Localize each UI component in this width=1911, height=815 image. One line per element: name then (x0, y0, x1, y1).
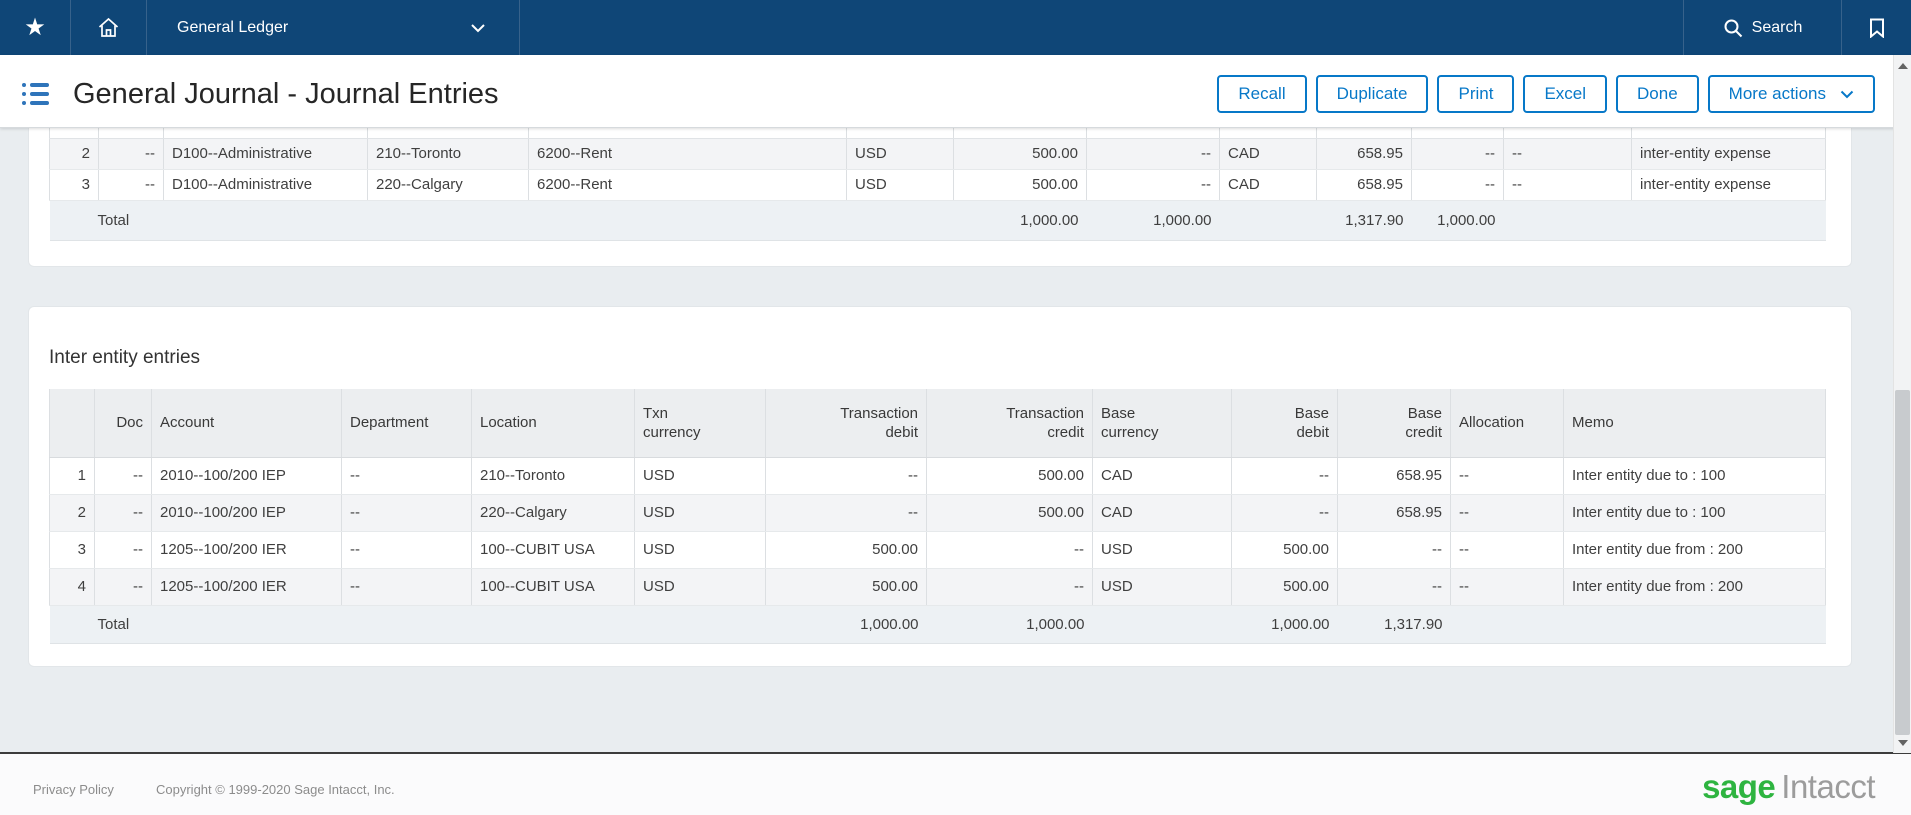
vertical-scrollbar[interactable] (1893, 55, 1911, 753)
search-button[interactable]: Search (1683, 0, 1841, 55)
sage-logo-text: sage (1702, 768, 1775, 805)
page-title: General Journal - Journal Entries (73, 78, 499, 111)
total-base-debit: 1,000.00 (1232, 605, 1338, 643)
top-navbar: ★ General Ledger Search (0, 0, 1911, 55)
excel-button[interactable]: Excel (1523, 75, 1607, 113)
action-button-row: Recall Duplicate Print Excel Done More a… (1208, 75, 1875, 113)
duplicate-button[interactable]: Duplicate (1316, 75, 1429, 113)
total-base-credit: 1,317.90 (1338, 605, 1451, 643)
total-row: Total 1,000.00 1,000.00 1,317.90 1,000.0… (50, 200, 1826, 240)
total-base-debit: 1,317.90 (1317, 200, 1412, 240)
chevron-down-icon (1840, 90, 1854, 99)
table-row[interactable]: 4 -- 1205--100/200 IER -- 100--CUBIT USA… (50, 568, 1826, 605)
table-row[interactable]: 3 -- 1205--100/200 IER -- 100--CUBIT USA… (50, 531, 1826, 568)
navbar-spacer (520, 0, 1683, 55)
copyright-text: Copyright © 1999-2020 Sage Intacct, Inc. (156, 782, 395, 797)
inter-entity-table: Doc Account Department Location Txn curr… (49, 389, 1826, 644)
scroll-down-arrow[interactable] (1894, 734, 1911, 751)
total-transaction-debit: 1,000.00 (954, 200, 1087, 240)
bookmark-icon (1869, 18, 1885, 38)
journal-entries-table: 2 -- D100--Administrative 210--Toronto 6… (49, 128, 1826, 241)
total-label: Total (50, 200, 164, 240)
col-transaction-debit: Transaction debit (766, 389, 927, 457)
table-row[interactable]: 3 -- D100--Administrative 220--Calgary 6… (50, 169, 1826, 200)
col-base-currency: Base currency (1093, 389, 1232, 457)
col-allocation: Allocation (1451, 389, 1564, 457)
total-transaction-debit: 1,000.00 (766, 605, 927, 643)
col-department: Department (342, 389, 472, 457)
total-transaction-credit: 1,000.00 (927, 605, 1093, 643)
col-base-debit: Base debit (1232, 389, 1338, 457)
col-base-credit: Base credit (1338, 389, 1451, 457)
table-header-row: Doc Account Department Location Txn curr… (50, 389, 1826, 457)
col-memo: Memo (1564, 389, 1826, 457)
page-header: General Journal - Journal Entries Recall… (0, 55, 1911, 128)
total-transaction-credit: 1,000.00 (1087, 200, 1220, 240)
home-button[interactable] (71, 0, 147, 55)
privacy-policy-link[interactable]: Privacy Policy (33, 782, 114, 797)
search-icon (1723, 18, 1743, 38)
favorites-button[interactable]: ★ (0, 0, 71, 55)
star-icon: ★ (24, 16, 46, 40)
search-label: Search (1752, 19, 1803, 37)
scroll-up-arrow[interactable] (1894, 57, 1911, 74)
col-account: Account (152, 389, 342, 457)
col-location: Location (472, 389, 635, 457)
module-dropdown-label: General Ledger (177, 19, 470, 37)
table-row-clipped (50, 128, 1826, 138)
recall-button[interactable]: Recall (1217, 75, 1306, 113)
inter-entity-card: Inter entity entries Doc Account Departm… (28, 306, 1852, 667)
table-row[interactable]: 2 -- 2010--100/200 IEP -- 220--Calgary U… (50, 494, 1826, 531)
col-num (50, 389, 95, 457)
module-dropdown[interactable]: General Ledger (147, 0, 520, 55)
col-transaction-credit: Transaction credit (927, 389, 1093, 457)
footer: Privacy Policy Copyright © 1999-2020 Sag… (0, 754, 1911, 815)
col-txn-currency: Txn currency (635, 389, 766, 457)
total-label: Total (50, 605, 152, 643)
intacct-logo-text: Intacct (1781, 768, 1875, 805)
more-actions-label: More actions (1729, 84, 1826, 104)
col-doc: Doc (95, 389, 152, 457)
sage-intacct-logo: sageIntacct (1702, 768, 1875, 806)
scrollbar-thumb[interactable] (1895, 390, 1910, 735)
done-button[interactable]: Done (1616, 75, 1699, 113)
table-row[interactable]: 1 -- 2010--100/200 IEP -- 210--Toronto U… (50, 457, 1826, 494)
chevron-down-icon (470, 23, 486, 33)
home-icon (96, 16, 121, 40)
total-row: Total 1,000.00 1,000.00 1,000.00 1,317.9… (50, 605, 1826, 643)
table-row[interactable]: 2 -- D100--Administrative 210--Toronto 6… (50, 138, 1826, 169)
bookmarks-button[interactable] (1841, 0, 1911, 55)
total-base-credit: 1,000.00 (1412, 200, 1504, 240)
section-title: Inter entity entries (49, 347, 1851, 369)
journal-entries-card: 2 -- D100--Administrative 210--Toronto 6… (28, 128, 1852, 267)
journal-list-icon[interactable] (22, 83, 49, 105)
more-actions-button[interactable]: More actions (1708, 75, 1875, 113)
print-button[interactable]: Print (1437, 75, 1514, 113)
